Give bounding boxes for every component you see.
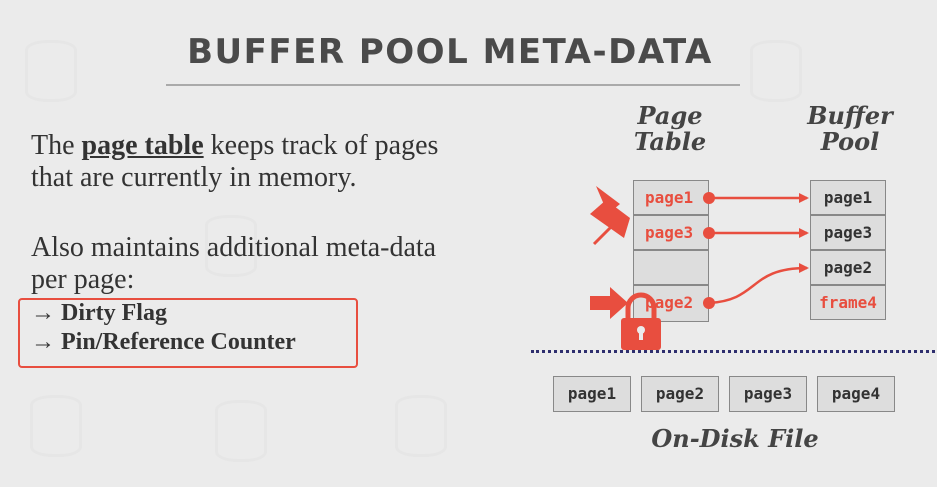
slide: BUFFER POOL META-DATA The page table kee… [0,0,937,487]
diagram-overlay [590,186,809,350]
arrow-right-icon [590,287,628,319]
pushpin-icon [590,186,630,246]
mapping-arrow [703,263,809,309]
mapping-arrow [703,192,809,204]
padlock-icon [621,292,661,350]
mapping-arrow [703,227,809,239]
